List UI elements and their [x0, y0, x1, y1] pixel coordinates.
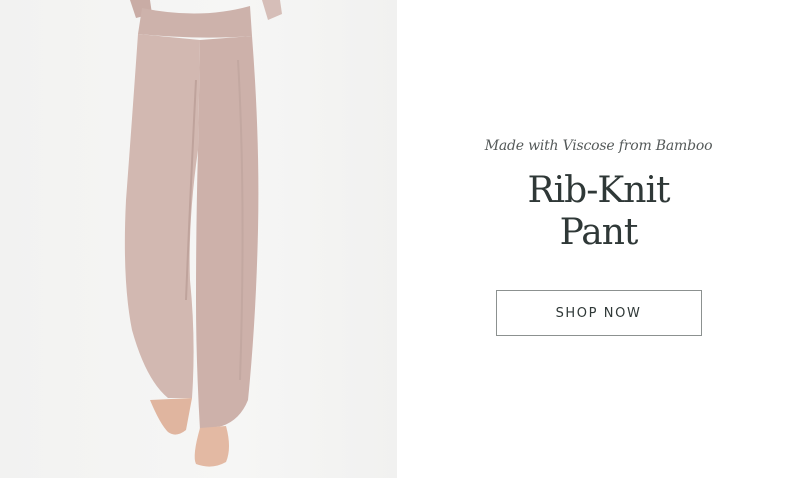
title-line-2: Pant [559, 212, 639, 253]
shop-now-button[interactable]: SHOP NOW [495, 290, 702, 336]
eyebrow-text: Made with Viscose from Bamboo [484, 138, 713, 154]
product-photo[interactable] [0, 0, 397, 478]
promo-panel: Made with Viscose from Bamboo Rib-Knit P… [397, 0, 800, 478]
left-foot [150, 398, 192, 435]
product-title: Rib-Knit Pant [469, 170, 729, 254]
arm [262, 0, 282, 20]
pants-illustration [124, 0, 282, 467]
promo-banner: Made with Viscose from Bamboo Rib-Knit P… [0, 0, 800, 478]
right-foot [194, 426, 229, 467]
title-line-1: Rib-Knit [527, 170, 671, 211]
right-leg [196, 36, 259, 430]
waistband [138, 6, 252, 38]
